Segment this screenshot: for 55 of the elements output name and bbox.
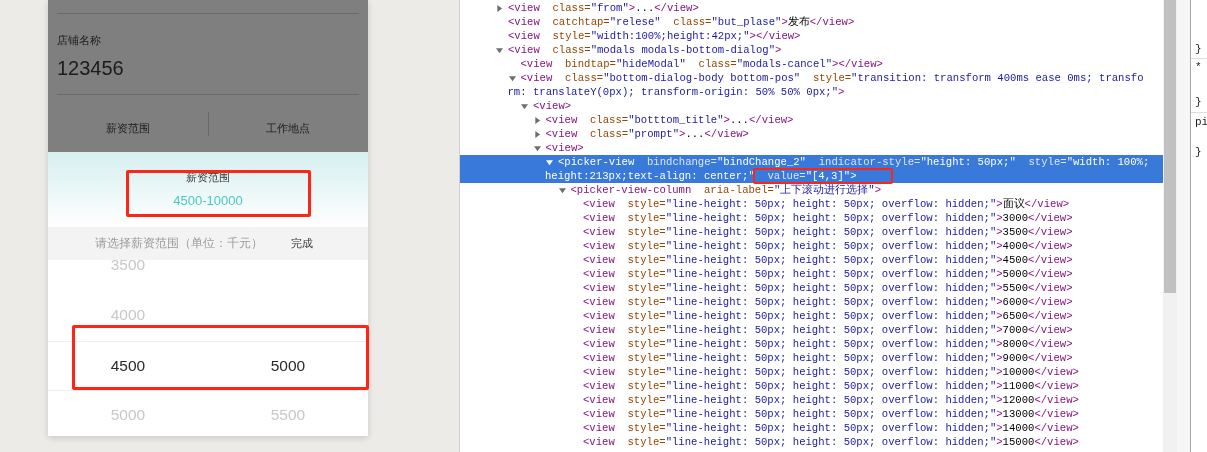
tree-row[interactable]: <view class="modals modals-bottom-dialog"> — [460, 43, 1163, 57]
scrollbar[interactable] — [1163, 0, 1177, 452]
tree-row[interactable]: <view style="line-height: 50px; height: 50px; overflow: hidden;">12000</view> — [460, 393, 1163, 407]
field-label: 工作地点 — [266, 121, 311, 136]
expanded-triangle-icon[interactable] — [533, 144, 541, 152]
tree-row[interactable]: <view class="bottom-dialog-body bottom-pos" style="transition: transform 400ms ease 0ms; transfo rm: translateY(0px); transform-origin: 50% 50% 0px;"> — [460, 71, 1163, 99]
tree-row[interactable]: <view style="line-height: 50px; height: 50px; overflow: hidden;">7000</view> — [460, 323, 1163, 337]
tree-row[interactable]: <view style="line-height: 50px; height: 50px; overflow: hidden;">13000</view> — [460, 407, 1163, 421]
tree-row[interactable]: <view class="prompt">...</view> — [460, 127, 1163, 141]
code-text: } — [1195, 146, 1203, 158]
code-text: } — [1195, 43, 1203, 55]
picker-option[interactable]: 4500 — [48, 342, 208, 390]
salary-value: 4500-10000 — [173, 192, 243, 210]
tree-row[interactable]: <view bindtap="hideModal" class="modals-cancel"></view> — [460, 57, 1163, 71]
tree-row[interactable]: <view style="line-height: 50px; height: 50px; overflow: hidden;">8000</view> — [460, 337, 1163, 351]
done-button[interactable]: 完成 — [291, 234, 313, 253]
tree-row[interactable]: <view style="line-height: 50px; height: 50px; overflow: hidden;">9000</view> — [460, 351, 1163, 365]
tree-row[interactable]: <view style="line-height: 50px; height: 50px; overflow: hidden;">面议</view> — [460, 197, 1163, 211]
tree-row[interactable]: <view style="line-height: 50px; height: 50px; overflow: hidden;">15000</view> — [460, 435, 1163, 449]
code-text: pi — [1195, 116, 1207, 128]
expanded-triangle-icon[interactable] — [558, 186, 566, 194]
tree-row[interactable]: <view class="botttom_title">...</view> — [460, 113, 1163, 127]
tree-row[interactable]: <view style="line-height: 50px; height: 50px; overflow: hidden;">6000</view> — [460, 295, 1163, 309]
tree-row[interactable]: <view catchtap="relese" class="but_plase">发布</view> — [460, 15, 1163, 29]
tree-row[interactable]: <view style="line-height: 50px; height: 50px; overflow: hidden;">10000</view> — [460, 365, 1163, 379]
tree-row[interactable]: <view style="line-height: 50px; height: 50px; overflow: hidden;">4500</view> — [460, 253, 1163, 267]
tree-row[interactable]: <picker-view bindchange="bindChange_2" indicator-style="height: 50px;" style="width: 100%; height:213px;text-align: center;" value="[4,3]"> — [460, 155, 1163, 183]
tree-row[interactable]: <view style="line-height: 50px; height: 50px; overflow: hidden;">14000</view> — [460, 421, 1163, 435]
field-value: 123456 — [57, 56, 125, 80]
tree-row[interactable]: <view style="line-height: 50px; height: 50px; overflow: hidden;">3000</view> — [460, 211, 1163, 225]
collapsed-triangle-icon[interactable] — [533, 130, 541, 138]
tree-row[interactable]: <view style="line-height: 50px; height: 50px; overflow: hidden;">5000</view> — [460, 267, 1163, 281]
expanded-triangle-icon[interactable] — [521, 102, 528, 110]
collapsed-triangle-icon[interactable] — [496, 4, 503, 12]
tree-row[interactable]: <view style="line-height: 50px; height: 50px; overflow: hidden;">3500</view> — [460, 225, 1163, 239]
tree-row[interactable]: <view> — [460, 141, 1163, 155]
tree-row[interactable]: <view class="from">...</view> — [460, 1, 1163, 15]
field-label: 店铺名称 — [57, 33, 102, 48]
tree-row[interactable]: <view style="line-height: 50px; height: 50px; overflow: hidden;">4000</view> — [460, 239, 1163, 253]
collapsed-triangle-icon[interactable] — [533, 116, 541, 124]
expanded-triangle-icon[interactable] — [546, 158, 553, 166]
tree-row[interactable]: <view style="width:100%;height:42px;"></view> — [460, 29, 1163, 43]
code-text: } — [1195, 96, 1203, 108]
field-label: 薪资范围 — [105, 121, 150, 136]
tree-row[interactable]: <view style="line-height: 50px; height: 50px; overflow: hidden;">6500</view> — [460, 309, 1163, 323]
picker-option[interactable]: 5000 — [208, 342, 368, 390]
tree-row[interactable]: <picker-view-column aria-label="上下滚动进行选择"> — [460, 183, 1163, 197]
scrollbar-thumb[interactable] — [1164, 0, 1176, 293]
picker-hint: 请选择薪资范围（单位：千元） — [95, 236, 263, 251]
expanded-triangle-icon[interactable] — [496, 46, 503, 54]
tree-row[interactable]: <view style="line-height: 50px; height: 50px; overflow: hidden;">5500</view> — [460, 281, 1163, 295]
code-text: * — [1195, 61, 1203, 73]
expanded-triangle-icon[interactable] — [508, 74, 516, 82]
tree-row[interactable]: <view> — [460, 99, 1163, 113]
tree-row[interactable]: <view style="line-height: 50px; height: 50px; overflow: hidden;">11000</view> — [460, 379, 1163, 393]
